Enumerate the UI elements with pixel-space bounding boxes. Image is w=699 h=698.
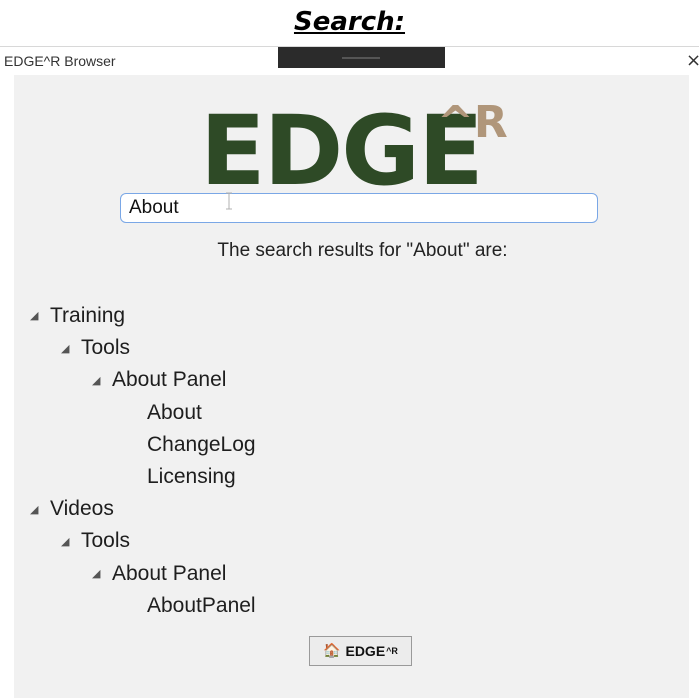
frame-left <box>0 74 14 698</box>
edge-home-button[interactable]: 🏠 EDGE ^R <box>309 636 412 666</box>
tree-item[interactable]: ◢ Tools <box>61 334 130 362</box>
title-bar[interactable]: EDGE^R Browser × <box>0 46 699 75</box>
tree-item-label: About Panel <box>112 561 227 585</box>
tree-item[interactable]: ◢ Videos <box>30 495 114 523</box>
tree-item-label: ChangeLog <box>147 432 256 456</box>
edge-logo: EDGE ^R <box>200 96 520 206</box>
browser-window: EDGE^R Browser × EDGE ^R The search resu… <box>0 46 699 698</box>
expand-arrow-icon[interactable]: ◢ <box>30 302 50 330</box>
close-icon[interactable]: × <box>686 50 699 71</box>
expand-arrow-icon[interactable]: ◢ <box>61 528 81 556</box>
home-icon: 🏠 <box>323 643 341 659</box>
tree-item[interactable]: ◢ About Panel <box>92 366 226 394</box>
drag-handle[interactable] <box>278 47 445 68</box>
logo-superscript: ^R <box>437 97 508 148</box>
window-title: EDGE^R Browser <box>4 53 116 69</box>
search-input[interactable] <box>120 193 598 223</box>
results-label: The search results for "About" are: <box>217 240 508 261</box>
expand-arrow-icon[interactable]: ◢ <box>92 367 112 395</box>
grip-line <box>342 57 380 59</box>
frame-right <box>689 74 699 698</box>
tree-item-label: Videos <box>50 497 114 521</box>
tree-item[interactable]: Licensing <box>147 463 236 491</box>
tree-item-label: Tools <box>81 529 131 553</box>
home-button-label: EDGE <box>345 643 386 659</box>
tree-item[interactable]: ◢ Training <box>30 302 125 330</box>
expand-arrow-icon[interactable]: ◢ <box>30 496 50 524</box>
expand-arrow-icon[interactable]: ◢ <box>61 335 81 363</box>
tree-item[interactable]: ChangeLog <box>147 431 256 459</box>
tree-item[interactable]: ◢ Tools <box>61 527 130 555</box>
page-heading: Search: <box>293 7 406 37</box>
tree-item-label: AboutPanel <box>147 593 256 617</box>
expand-arrow-icon[interactable]: ◢ <box>92 560 112 588</box>
tree-item[interactable]: About <box>147 399 202 427</box>
tree-item-label: Training <box>50 304 126 327</box>
tree-item[interactable]: AboutPanel <box>147 592 256 620</box>
tree-item-label: Licensing <box>147 465 236 488</box>
tree-item[interactable]: ◢ About Panel <box>92 560 226 588</box>
home-button-superscript: ^R <box>386 646 398 656</box>
text-cursor-icon <box>226 192 232 210</box>
tree-item-label: About Panel <box>112 368 227 392</box>
tree-item-label: About <box>147 400 202 424</box>
tree-item-label: Tools <box>81 336 131 360</box>
